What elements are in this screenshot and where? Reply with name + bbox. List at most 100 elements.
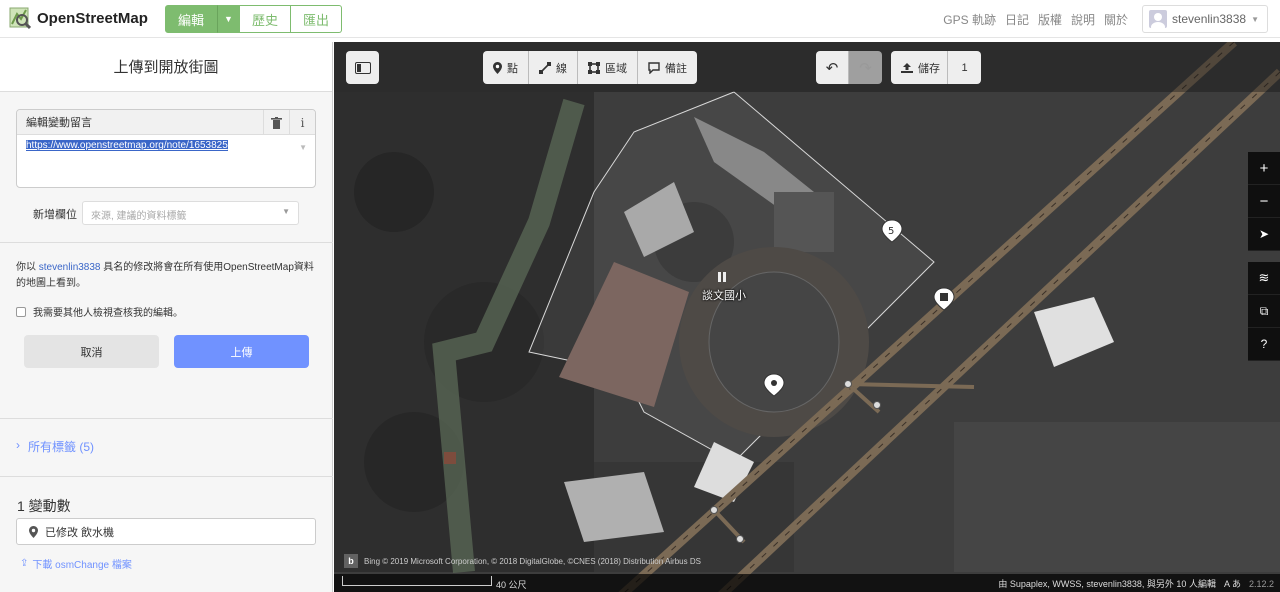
edit-button-group: 編輯 ▼ 歷史 匯出: [165, 5, 342, 33]
footer-right: 由 Supaplex, WWSS, stevenlin3838, 與另外 10 …: [998, 577, 1274, 590]
layers-icon: ≋: [1258, 270, 1270, 285]
add-point-label: 點: [507, 62, 518, 75]
redo-button[interactable]: ↷: [849, 51, 882, 84]
bing-logo-icon: b: [344, 554, 358, 568]
logo-text: OpenStreetMap: [37, 9, 148, 27]
nav-links: GPS 軌跡 日記 版權 說明 關於 stevenlin3838 ▼: [934, 5, 1268, 33]
area-icon: [588, 61, 600, 74]
point-icon: [493, 61, 502, 74]
sources-label: 新增欄位: [33, 209, 77, 221]
top-toolbar: [334, 42, 1280, 92]
trash-icon[interactable]: [263, 110, 289, 135]
edit-dropdown-caret-icon[interactable]: ▼: [217, 5, 240, 33]
sources-combo-input[interactable]: 來源, 建議的資料標籤 ▼: [82, 201, 299, 225]
undo-button[interactable]: ↶: [816, 51, 849, 84]
add-mode-group: 點 線 區域 備註: [483, 51, 697, 84]
contributors-text[interactable]: 由 Supaplex, WWSS, stevenlin3838, 與另外 10 …: [998, 577, 1216, 590]
language-icon[interactable]: A あ: [1224, 577, 1241, 590]
zoom-in-button[interactable]: +: [1248, 152, 1280, 185]
chevron-right-icon: ›: [16, 438, 20, 452]
redo-icon: ↷: [859, 59, 872, 77]
add-area-label: 區域: [605, 62, 627, 75]
user-avatar-icon: [1149, 10, 1168, 28]
change-list-item[interactable]: 已修改 飲水機: [16, 518, 316, 545]
background-button[interactable]: ≋: [1248, 262, 1280, 295]
download-icon: ⇪: [20, 558, 29, 569]
nav-link-about[interactable]: 關於: [1104, 11, 1128, 28]
history-button[interactable]: 歷史: [239, 5, 291, 33]
sources-placeholder: 來源, 建議的資料標籤: [91, 211, 187, 222]
upload-icon: [901, 62, 913, 73]
plus-icon: +: [1259, 159, 1269, 177]
review-checkbox[interactable]: [16, 306, 26, 317]
info-icon[interactable]: i: [289, 110, 315, 135]
add-line-button[interactable]: 線: [529, 51, 578, 84]
osm-logo-icon: [9, 7, 31, 30]
imagery-attribution: b Bing © 2019 Microsoft Corporation, © 2…: [344, 554, 701, 568]
geolocate-button[interactable]: ➤: [1248, 218, 1280, 251]
comment-value: https://www.openstreetmap.org/note/16538…: [26, 140, 228, 151]
upload-button[interactable]: 上傳: [174, 335, 309, 368]
line-icon: [539, 61, 551, 74]
undo-icon: ↶: [825, 59, 839, 77]
upload-info-text: 你以 stevenlin3838 具名的修改將會在所有使用OpenStreetM…: [16, 260, 316, 292]
sidebar-toggle-icon: [354, 61, 371, 74]
add-point-button[interactable]: 點: [483, 51, 529, 84]
change-item-label: 已修改 飲水機: [45, 526, 115, 539]
username: stevenlin3838: [1172, 12, 1247, 26]
scale-label: 40 公尺: [496, 580, 527, 590]
nav-link-copyright[interactable]: 版權: [1038, 11, 1062, 28]
osm-logo[interactable]: OpenStreetMap: [9, 6, 148, 30]
help-button[interactable]: ?: [1248, 328, 1280, 361]
cancel-button[interactable]: 取消: [24, 335, 159, 368]
minus-icon: −: [1259, 192, 1269, 210]
user-menu[interactable]: stevenlin3838 ▼: [1142, 5, 1268, 33]
save-count-badge: 1: [947, 51, 981, 84]
chevron-down-icon: ▼: [282, 207, 290, 216]
divider: [0, 476, 333, 477]
combo-caret-icon: ▼: [299, 143, 307, 152]
download-osmchange-link[interactable]: ⇪ 下載 osmChange 檔案: [20, 556, 132, 571]
map-data-icon: ⧉: [1259, 303, 1269, 318]
export-button[interactable]: 匯出: [290, 5, 342, 33]
info-user-link[interactable]: stevenlin3838: [39, 262, 101, 273]
info-prefix: 你以: [16, 262, 36, 273]
version-label[interactable]: 2.12.2: [1249, 579, 1274, 589]
review-label: 我需要其他人檢視查核我的編輯。: [33, 308, 183, 319]
map-data-button[interactable]: ⧉: [1248, 295, 1280, 328]
sidebar-toggle-button[interactable]: [346, 51, 379, 84]
comment-label: 編輯變動留言 i: [17, 110, 315, 135]
save-label: 儲存: [918, 62, 940, 75]
changes-count-title: 1 變動數: [17, 498, 71, 514]
divider: [0, 242, 333, 243]
nav-link-diary[interactable]: 日記: [1005, 11, 1029, 28]
nav-link-help[interactable]: 說明: [1071, 11, 1095, 28]
school-label: 談文國小: [702, 290, 746, 302]
nav-link-gps-traces[interactable]: GPS 軌跡: [943, 11, 996, 28]
chevron-down-icon: ▼: [1251, 14, 1259, 24]
add-note-button[interactable]: 備註: [638, 51, 697, 84]
note-icon: [648, 61, 660, 74]
svg-text:5: 5: [888, 226, 894, 237]
map-footer: 40 公尺 由 Supaplex, WWSS, stevenlin3838, 與…: [334, 574, 1280, 592]
comment-label-text: 編輯變動留言: [26, 117, 92, 129]
add-note-label: 備註: [665, 62, 687, 75]
add-area-button[interactable]: 區域: [578, 51, 638, 84]
review-request-row[interactable]: 我需要其他人檢視查核我的編輯。: [16, 304, 183, 319]
scale-bar[interactable]: [342, 576, 492, 586]
attribution-text: Bing © 2019 Microsoft Corporation, © 201…: [364, 556, 701, 566]
map-canvas[interactable]: 5 點 線 區域 備註 ↶ ↷ 儲存 1 談文國小 + − ➤ ≋ ⧉ ? b …: [334, 42, 1280, 592]
help-icon: ?: [1260, 337, 1268, 351]
edit-button[interactable]: 編輯: [165, 5, 218, 33]
sidebar-title: 上傳到開放街圖: [0, 42, 332, 92]
divider: [0, 418, 333, 419]
comment-textarea[interactable]: https://www.openstreetmap.org/note/16538…: [17, 135, 315, 156]
changeset-comment-field[interactable]: 編輯變動留言 i https://www.openstreetmap.org/n…: [16, 109, 316, 188]
satellite-imagery: 5: [334, 42, 1280, 592]
locate-arrow-icon: ➤: [1258, 227, 1270, 241]
save-button[interactable]: 儲存 1: [891, 51, 981, 84]
zoom-out-button[interactable]: −: [1248, 185, 1280, 218]
map-pin-icon: [29, 525, 38, 538]
all-tags-label: 所有標籤 (5): [28, 440, 95, 454]
all-tags-toggle[interactable]: › 所有標籤 (5): [16, 438, 94, 455]
